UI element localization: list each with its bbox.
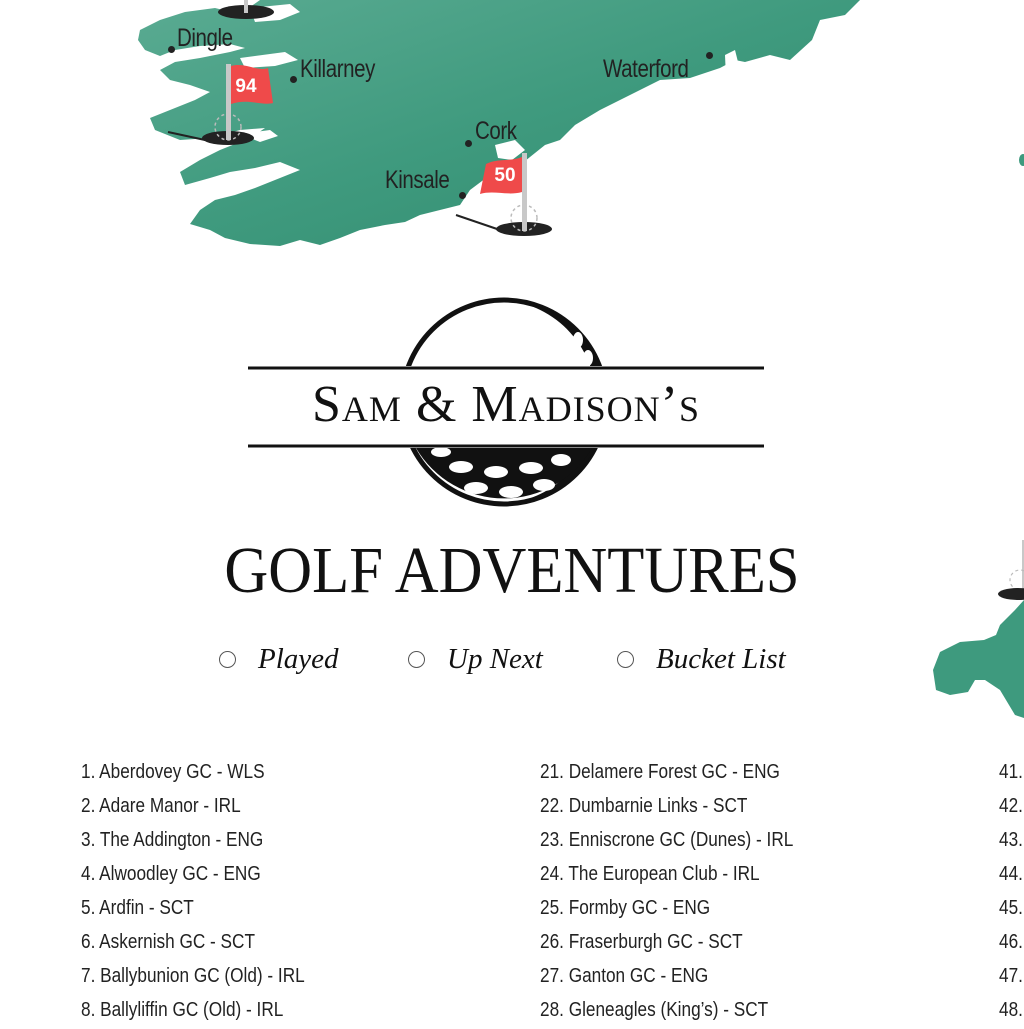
played-radio[interactable] bbox=[219, 651, 236, 668]
city-dot-killarney bbox=[290, 76, 297, 83]
list-item: 27. Ganton GC - ENG bbox=[540, 965, 709, 987]
city-label-kinsale: Kinsale bbox=[385, 166, 450, 194]
city-dot-dingle bbox=[168, 46, 175, 53]
list-item: 47. bbox=[999, 965, 1023, 987]
list-item: 3. The Addington - ENG bbox=[81, 829, 264, 851]
list-item: 7. Ballybunion GC (Old) - IRL bbox=[81, 965, 305, 987]
list-item: 2. Adare Manor - IRL bbox=[81, 795, 241, 817]
list-item: 46. bbox=[999, 931, 1023, 953]
list-item: 25. Formby GC - ENG bbox=[540, 897, 711, 919]
list-item: 22. Dumbarnie Links - SCT bbox=[540, 795, 748, 817]
list-item: 44. bbox=[999, 863, 1023, 885]
list-item: 26. Fraserburgh GC - SCT bbox=[540, 931, 743, 953]
legend-item-up-next[interactable]: Up Next bbox=[408, 643, 543, 676]
course-list-column-1: 1. Aberdovey GC - WLS 2. Adare Manor - I… bbox=[81, 757, 341, 1029]
map-fragment-right bbox=[900, 540, 1024, 720]
couple-names: Sam & Madison’s bbox=[312, 376, 700, 433]
city-label-waterford: Waterford bbox=[603, 55, 689, 83]
list-item: 43. bbox=[999, 829, 1023, 851]
list-item: 42. bbox=[999, 795, 1023, 817]
course-list-column-2: 21. Delamere Forest GC - ENG 22. Dumbarn… bbox=[540, 757, 835, 1029]
list-item: 41. bbox=[999, 761, 1023, 783]
flag-number: 50 bbox=[494, 165, 516, 186]
map-land-right bbox=[933, 540, 1024, 718]
flag-number: 94 bbox=[235, 76, 257, 97]
legend-label: Up Next bbox=[447, 643, 543, 675]
status-legend: Played Up Next Bucket List bbox=[0, 643, 1024, 679]
list-item: 6. Askernish GC - SCT bbox=[81, 931, 255, 953]
list-item: 24. The European Club - IRL bbox=[540, 863, 760, 885]
list-item: 4. Alwoodley GC - ENG bbox=[81, 863, 261, 885]
city-dot-cork bbox=[465, 140, 472, 147]
bucket-list-radio[interactable] bbox=[617, 651, 634, 668]
city-label-killarney: Killarney bbox=[300, 55, 375, 83]
list-item: 45. bbox=[999, 897, 1023, 919]
legend-item-played[interactable]: Played bbox=[219, 643, 339, 676]
legend-item-bucket-list[interactable]: Bucket List bbox=[617, 643, 786, 676]
page-title: GOLF ADVENTURES bbox=[224, 534, 800, 607]
course-list-column-3: 41. 42. 43. 44. 45. 46. 47. 48. bbox=[999, 757, 1024, 1029]
legend-label: Played bbox=[258, 643, 339, 675]
list-item: 5. Ardfin - SCT bbox=[81, 897, 194, 919]
city-label-dingle: Dingle bbox=[177, 24, 233, 52]
city-label-cork: Cork bbox=[475, 117, 517, 145]
up-next-radio[interactable] bbox=[408, 651, 425, 668]
legend-label: Bucket List bbox=[656, 643, 786, 675]
land-island bbox=[1019, 154, 1024, 166]
list-item: 21. Delamere Forest GC - ENG bbox=[540, 761, 780, 783]
ireland-map: Dingle Killarney Waterford Cork Kinsale … bbox=[0, 0, 1024, 260]
city-dot-kinsale bbox=[459, 192, 466, 199]
list-item: 23. Enniscrone GC (Dunes) - IRL bbox=[540, 829, 794, 851]
city-dot-waterford bbox=[706, 52, 713, 59]
list-item: 1. Aberdovey GC - WLS bbox=[81, 761, 265, 783]
